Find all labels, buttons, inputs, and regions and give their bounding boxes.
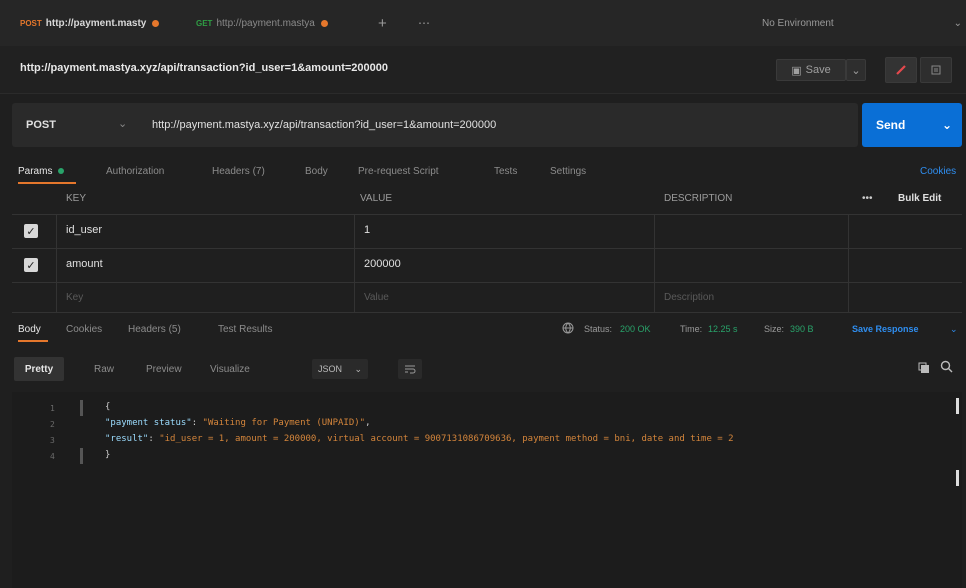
bulk-edit-button[interactable]: Bulk Edit bbox=[898, 193, 941, 204]
wrap-lines-icon bbox=[405, 365, 416, 374]
raw-button[interactable]: Raw bbox=[94, 364, 114, 375]
table-row: ✓ id_user 1 bbox=[0, 214, 966, 248]
json-key: "payment status" bbox=[105, 418, 192, 428]
param-checkbox[interactable]: ✓ bbox=[24, 224, 38, 238]
wrap-lines-button[interactable] bbox=[398, 359, 422, 379]
environment-label: No Environment bbox=[762, 17, 834, 29]
pretty-button[interactable]: Pretty bbox=[14, 357, 64, 381]
line-number: 4 bbox=[50, 452, 55, 461]
save-dropdown-button[interactable]: ⌄ bbox=[846, 59, 866, 81]
request-name[interactable]: http://payment.mastya.xyz/api/transactio… bbox=[20, 62, 388, 74]
row-divider bbox=[12, 312, 962, 313]
table-row: ✓ amount 200000 bbox=[0, 248, 966, 282]
method-badge: GET bbox=[196, 18, 213, 28]
copy-icon[interactable] bbox=[918, 362, 930, 377]
line-number: 3 bbox=[50, 436, 55, 445]
tab-label: Params bbox=[18, 166, 53, 177]
tab-settings[interactable]: Settings bbox=[550, 166, 586, 177]
json-value: "id_user = 1, amount = 200000, virtual a… bbox=[159, 434, 734, 444]
more-tabs-icon[interactable]: ⋯ bbox=[418, 13, 430, 33]
size-label: Size: bbox=[764, 324, 785, 334]
tab-label: http://payment.mastya bbox=[216, 17, 315, 29]
tab-body[interactable]: Body bbox=[305, 166, 328, 177]
param-value[interactable]: 200000 bbox=[364, 258, 401, 270]
chevron-down-icon: ⌄ bbox=[953, 17, 962, 29]
key-input[interactable]: Key bbox=[66, 292, 83, 303]
active-tab-indicator bbox=[18, 182, 76, 184]
status-value[interactable]: 200 OK bbox=[620, 324, 651, 334]
http-method-select[interactable]: POST bbox=[26, 119, 56, 131]
chevron-down-icon[interactable]: ⌄ bbox=[942, 118, 952, 132]
save-icon: ▣ bbox=[791, 64, 802, 77]
column-header-value: VALUE bbox=[360, 193, 393, 204]
pencil-icon bbox=[896, 65, 906, 75]
tab-tests[interactable]: Tests bbox=[494, 166, 517, 177]
line-number: 2 bbox=[50, 420, 55, 429]
response-tab-cookies[interactable]: Cookies bbox=[66, 324, 102, 335]
status-label: Status: bbox=[584, 324, 613, 334]
param-key[interactable]: amount bbox=[66, 258, 103, 270]
code-line: "result": "id_user = 1, amount = 200000,… bbox=[105, 434, 734, 444]
active-dot-icon bbox=[58, 168, 65, 174]
tab-label: http://payment.masty bbox=[45, 17, 147, 29]
chevron-down-icon: ⌄ bbox=[354, 363, 362, 374]
save-label: Save bbox=[805, 64, 831, 76]
add-tab-icon[interactable]: + bbox=[378, 13, 387, 33]
scrollbar-thumb[interactable] bbox=[956, 470, 959, 486]
tab-pre-request-script[interactable]: Pre-request Script bbox=[358, 166, 439, 177]
json-value: "Waiting for Payment (UNPAID)" bbox=[202, 418, 366, 428]
param-value[interactable]: 1 bbox=[364, 224, 370, 236]
format-select[interactable]: JSON ⌄ bbox=[312, 359, 368, 379]
document-icon bbox=[931, 65, 941, 75]
documentation-button[interactable] bbox=[920, 57, 952, 83]
more-options-icon[interactable]: ••• bbox=[862, 193, 873, 204]
table-row-placeholder: Key Value Description bbox=[0, 282, 966, 312]
chevron-down-icon[interactable]: ⌄ bbox=[950, 324, 958, 335]
chevron-down-icon[interactable]: ⌄ bbox=[118, 117, 127, 130]
tab-params[interactable]: Params bbox=[18, 166, 65, 177]
value-input[interactable]: Value bbox=[364, 292, 389, 303]
json-key: "result" bbox=[105, 434, 149, 444]
send-button[interactable]: Send ⌄ bbox=[862, 103, 962, 147]
environment-select[interactable]: No Environment ⌄ bbox=[762, 13, 962, 33]
column-header-description: DESCRIPTION bbox=[664, 193, 733, 204]
visualize-button[interactable]: Visualize bbox=[210, 364, 250, 375]
description-input[interactable]: Description bbox=[664, 292, 714, 303]
preview-button[interactable]: Preview bbox=[146, 364, 182, 375]
code-line: } bbox=[105, 450, 111, 460]
response-tab-test-results[interactable]: Test Results bbox=[218, 324, 272, 335]
format-label: JSON bbox=[318, 364, 343, 374]
tab-authorization[interactable]: Authorization bbox=[106, 166, 164, 177]
time-label: Time: bbox=[680, 324, 703, 334]
code-line: "payment status": "Waiting for Payment (… bbox=[105, 418, 371, 428]
size-value[interactable]: 390 B bbox=[790, 324, 814, 334]
save-button[interactable]: ▣ Save bbox=[776, 59, 846, 81]
response-tab-body[interactable]: Body bbox=[18, 324, 41, 335]
fold-marker-icon[interactable] bbox=[80, 448, 83, 464]
send-label: Send bbox=[876, 118, 906, 132]
unsaved-dot-icon bbox=[152, 19, 160, 27]
code-line: { bbox=[105, 402, 111, 412]
request-tab-get[interactable]: GET http://payment.mastya bbox=[196, 13, 328, 33]
globe-icon bbox=[562, 322, 574, 336]
method-badge: POST bbox=[20, 18, 42, 28]
request-tab-post[interactable]: POST http://payment.masty bbox=[20, 13, 160, 33]
response-tab-headers[interactable]: Headers (5) bbox=[128, 324, 181, 335]
param-key[interactable]: id_user bbox=[66, 224, 102, 236]
unsaved-dot-icon bbox=[320, 19, 328, 27]
url-input[interactable] bbox=[152, 119, 842, 131]
column-header-key: KEY bbox=[66, 193, 87, 204]
save-response-button[interactable]: Save Response bbox=[852, 324, 919, 334]
time-value[interactable]: 12.25 s bbox=[708, 324, 738, 334]
search-icon[interactable] bbox=[940, 360, 953, 376]
tab-headers[interactable]: Headers (7) bbox=[212, 166, 265, 177]
scrollbar-thumb[interactable] bbox=[956, 398, 959, 414]
cookies-link[interactable]: Cookies bbox=[920, 166, 956, 177]
fold-marker-icon[interactable] bbox=[80, 400, 83, 416]
active-tab-indicator bbox=[18, 340, 48, 342]
param-checkbox[interactable]: ✓ bbox=[24, 258, 38, 272]
edit-button[interactable] bbox=[885, 57, 917, 83]
line-number: 1 bbox=[50, 404, 55, 413]
